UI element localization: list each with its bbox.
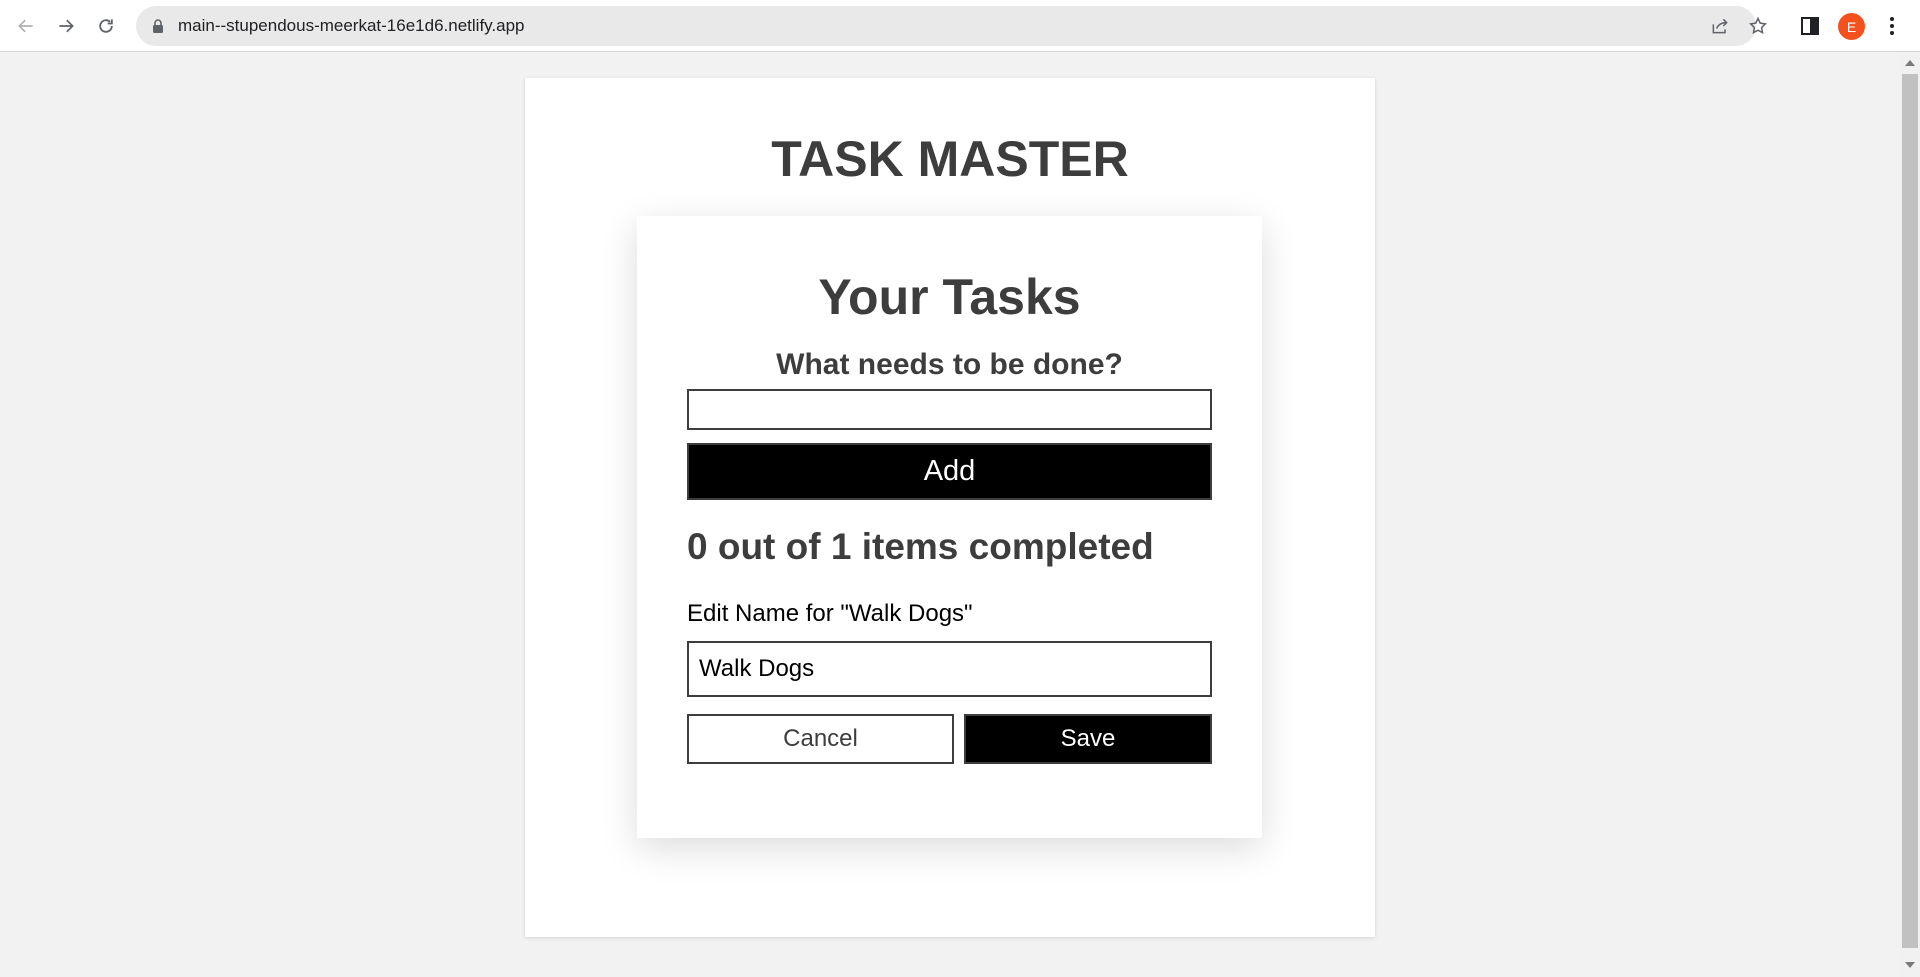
new-task-input[interactable]	[687, 389, 1212, 430]
star-icon[interactable]	[1748, 16, 1768, 36]
browser-toolbar: main--stupendous-meerkat-16e1d6.netlify.…	[0, 0, 1920, 52]
forward-icon[interactable]	[50, 10, 82, 42]
tasks-heading: Your Tasks	[818, 269, 1081, 325]
tasks-card: Your Tasks What needs to be done? Add 0 …	[637, 216, 1262, 838]
share-icon[interactable]	[1710, 16, 1730, 36]
edit-task-label: Edit Name for "Walk Dogs"	[687, 600, 973, 627]
lock-icon	[153, 19, 163, 33]
side-panel-icon[interactable]	[1800, 16, 1820, 36]
scroll-up-icon[interactable]	[1905, 60, 1915, 66]
new-task-label: What needs to be done?	[776, 348, 1123, 381]
scrollbar-thumb[interactable]	[1902, 74, 1918, 948]
url-text[interactable]: main--stupendous-meerkat-16e1d6.netlify.…	[178, 6, 525, 46]
scroll-down-icon[interactable]	[1905, 962, 1915, 968]
reload-icon[interactable]	[90, 10, 122, 42]
address-bar[interactable]: main--stupendous-meerkat-16e1d6.netlify.…	[136, 6, 1767, 46]
save-button[interactable]: Save	[964, 714, 1212, 764]
add-button[interactable]: Add	[687, 443, 1212, 500]
completion-status: 0 out of 1 items completed	[687, 526, 1154, 567]
cancel-button[interactable]: Cancel	[687, 714, 954, 764]
app-title: TASK MASTER	[771, 131, 1129, 187]
menu-icon[interactable]	[1882, 14, 1902, 38]
app-container: TASK MASTER Your Tasks What needs to be …	[525, 78, 1375, 937]
profile-avatar[interactable]: E	[1838, 13, 1865, 40]
edit-task-input[interactable]	[687, 641, 1212, 697]
back-icon[interactable]	[10, 10, 42, 42]
